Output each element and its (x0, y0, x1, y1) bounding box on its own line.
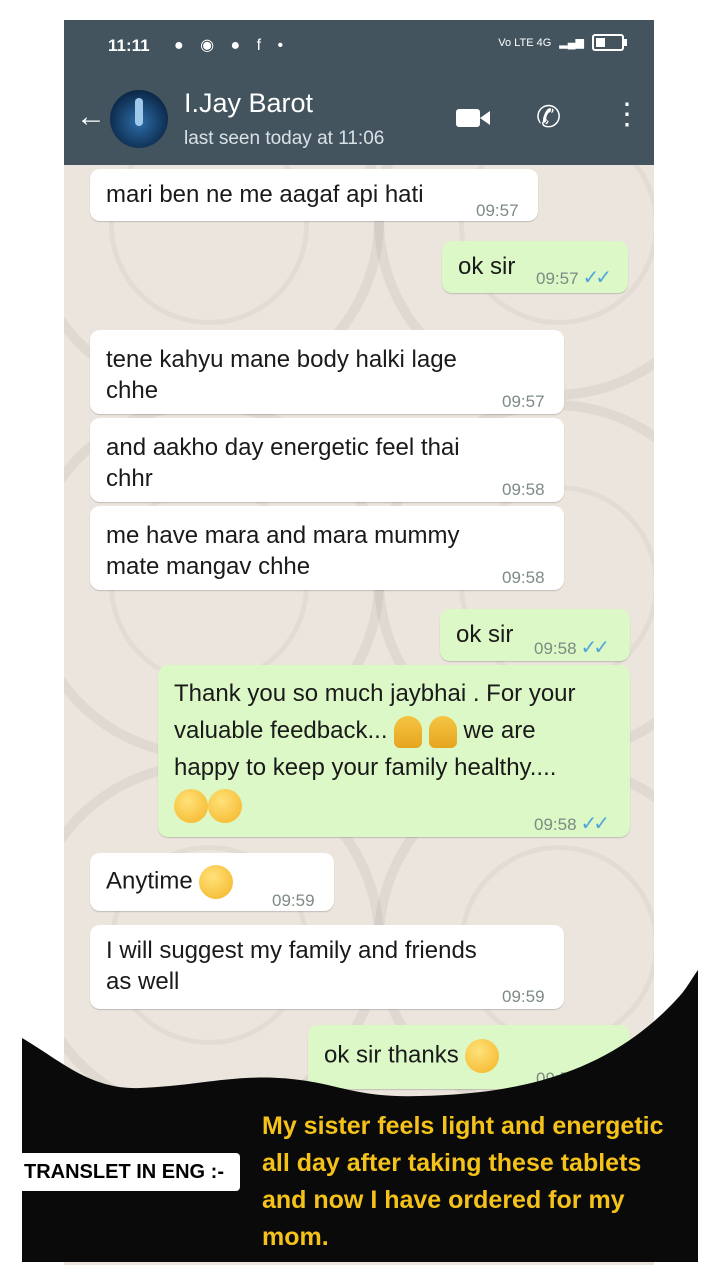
message-text: ok sir (456, 621, 514, 648)
message-line: me have mara and mara mummy (106, 522, 460, 549)
smiling-halo-emoji-icon (465, 1039, 500, 1073)
folded-hands-emoji-icon (394, 715, 423, 748)
message-incoming[interactable]: Anytime 09:59 (90, 853, 334, 911)
battery-icon (592, 34, 627, 51)
message-outgoing[interactable]: ok sir 09:57 ✓✓ (442, 241, 628, 293)
translation-label: TRANSLET IN ENG :- (8, 1153, 240, 1191)
message-line: happy to keep your family healthy.... (174, 754, 557, 781)
message-line: Thank you so much jaybhai . For your (174, 680, 576, 707)
read-ticks-icon: ✓✓ (580, 813, 610, 835)
last-seen-status: last seen today at 11:06 (184, 128, 385, 149)
message-line: valuable feedback... (174, 717, 388, 744)
smiling-face-emoji-icon (199, 865, 234, 899)
network-indicator: Vo LTE 4G (498, 36, 552, 49)
message-line: as well (106, 968, 180, 995)
phone-screen: 11:11 ● ◉ ● f • Vo LTE 4G ▂▄▆ ← I.Jay Ba… (64, 20, 654, 1265)
message-time-group: 09:57 ✓✓ (536, 263, 612, 294)
back-arrow-icon[interactable]: ← (76, 100, 106, 134)
contact-name[interactable]: I.Jay Barot (184, 88, 313, 119)
message-text: ok sir (458, 253, 516, 280)
message-outgoing[interactable]: ok sir thanks 09:59 ✓✓ (308, 1025, 630, 1089)
message-text: Anytime (106, 865, 234, 899)
more-options-icon[interactable]: ⋮ (612, 100, 642, 130)
smiling-halo-emoji-icon (208, 788, 242, 823)
folded-hands-emoji-icon (428, 715, 457, 748)
message-text: I will suggest my family and friends as w… (106, 935, 477, 997)
message-incoming[interactable]: tene kahyu mane body halki lage chhe 09:5… (90, 330, 564, 414)
message-time: 09:58 (534, 639, 577, 658)
message-line: we are (463, 717, 536, 744)
message-time: 09:59 (272, 891, 315, 910)
message-line: I will suggest my family and friends (106, 937, 477, 964)
message-line: and aakho day energetic feel thai (106, 434, 460, 461)
message-time-group: 09:59 ✓✓ (536, 1063, 612, 1094)
message-line: ok sir thanks (324, 1041, 459, 1069)
message-text: ok sir thanks (324, 1039, 500, 1073)
message-text: Thank you so much jaybhai . For your val… (174, 675, 576, 823)
chat-header: ← I.Jay Barot last seen today at 11:06 ✆… (64, 72, 654, 165)
status-right: Vo LTE 4G ▂▄▆ (498, 34, 627, 51)
message-time: 09:57 (502, 392, 545, 411)
read-ticks-icon: ✓✓ (582, 1067, 612, 1089)
message-line: tene kahyu mane body halki lage (106, 346, 457, 373)
message-text: and aakho day energetic feel thai chhr (106, 432, 460, 494)
message-outgoing[interactable]: ok sir 09:58 ✓✓ (440, 609, 630, 661)
message-time: 09:58 (502, 568, 545, 587)
message-line: chhe (106, 377, 159, 404)
message-text: tene kahyu mane body halki lage chhe (106, 344, 457, 406)
message-time: 09:59 (502, 987, 545, 1006)
smiling-halo-emoji-icon (174, 788, 208, 823)
message-time: 09:57 (476, 201, 519, 220)
message-incoming[interactable]: mari ben ne me aagaf api hati 09:57 (90, 169, 538, 221)
read-ticks-icon: ✓✓ (580, 637, 610, 659)
signal-icon: ▂▄▆ (559, 37, 584, 49)
video-call-icon[interactable] (456, 109, 490, 127)
message-time-group: 09:58 ✓✓ (534, 809, 610, 840)
message-line: chhr (106, 465, 153, 492)
message-time: 09:59 (536, 1069, 579, 1088)
message-time: 09:58 (534, 815, 577, 834)
status-time: 11:11 (108, 36, 150, 55)
read-ticks-icon: ✓✓ (582, 267, 612, 289)
message-time-group: 09:58 ✓✓ (534, 633, 610, 664)
message-incoming[interactable]: and aakho day energetic feel thai chhr 09… (90, 418, 564, 502)
message-text: mari ben ne me aagaf api hati (106, 181, 424, 208)
message-text: me have mara and mara mummy mate mangav c… (106, 520, 459, 582)
message-time: 09:57 (536, 269, 579, 288)
message-list: mari ben ne me aagaf api hati 09:57 ok s… (64, 165, 654, 1265)
avatar[interactable] (110, 90, 168, 148)
phone-call-icon[interactable]: ✆ (536, 100, 561, 135)
message-time: 09:58 (502, 480, 545, 499)
message-incoming[interactable]: I will suggest my family and friends as w… (90, 925, 564, 1009)
notification-icons: ● ◉ ● f • (174, 37, 290, 54)
message-outgoing[interactable]: Thank you so much jaybhai . For your val… (158, 665, 630, 837)
message-line: mate mangav chhe (106, 553, 311, 580)
status-bar: 11:11 ● ◉ ● f • Vo LTE 4G ▂▄▆ (64, 20, 654, 72)
translation-text: My sister feels light and energetic all … (262, 1112, 664, 1251)
message-incoming[interactable]: me have mara and mara mummy mate mangav c… (90, 506, 564, 590)
message-line: Anytime (106, 867, 193, 895)
